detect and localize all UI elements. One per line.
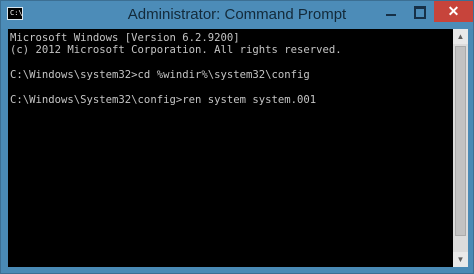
maximize-icon: [414, 6, 426, 19]
console-text: Microsoft Windows [Version 6.2.9200] (c)…: [8, 29, 453, 106]
console-line: Microsoft Windows [Version 6.2.9200]: [10, 32, 240, 44]
close-icon: ✕: [447, 3, 460, 19]
console-output[interactable]: Microsoft Windows [Version 6.2.9200] (c)…: [8, 29, 453, 267]
vertical-scrollbar[interactable]: ▲ ▼: [453, 29, 468, 267]
scroll-up-icon[interactable]: ▲: [453, 29, 468, 44]
console-line: C:\Windows\system32>cd %windir%\system32…: [10, 69, 310, 82]
console-line: C:\Windows\System32\config>ren system sy…: [10, 94, 317, 107]
scroll-thumb[interactable]: [455, 46, 466, 236]
command-prompt-window: C:\ Administrator: Command Prompt ✕ Micr…: [0, 0, 474, 274]
title-bar[interactable]: C:\ Administrator: Command Prompt ✕: [1, 1, 473, 29]
console-line: (c) 2012 Microsoft Corporation. All righ…: [10, 44, 342, 57]
minimize-icon: [386, 14, 396, 16]
scroll-down-icon[interactable]: ▼: [453, 252, 468, 267]
maximize-button[interactable]: [406, 1, 432, 22]
close-button[interactable]: ✕: [434, 1, 473, 22]
minimize-button[interactable]: [378, 1, 404, 22]
